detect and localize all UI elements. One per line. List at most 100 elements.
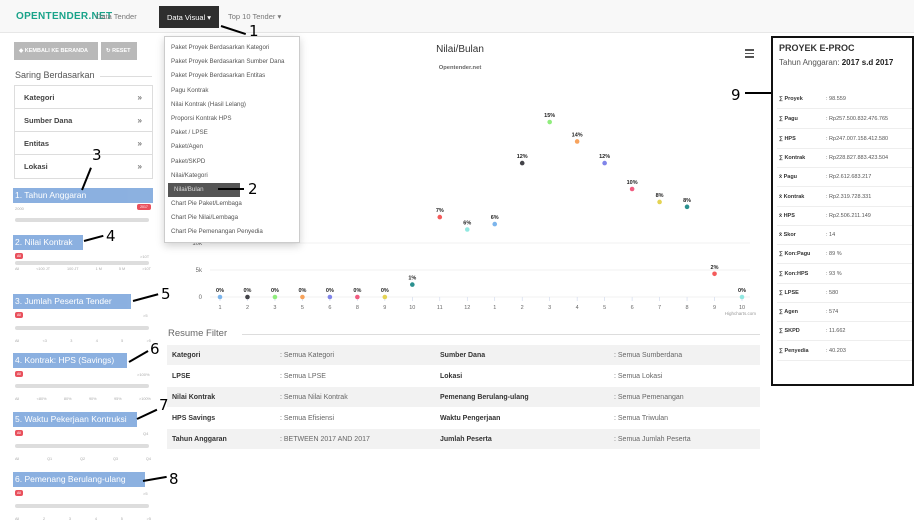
slider-track[interactable] xyxy=(15,218,149,222)
menu-item-paket-skpd[interactable]: Paket/SKPD xyxy=(165,155,299,169)
menu-item-paket-lpse[interactable]: Paket / LPSE xyxy=(165,126,299,140)
stat-label: ∑ LPSE xyxy=(779,290,799,296)
slider-handle[interactable]: All xyxy=(15,430,23,436)
menu-item-paket-kategori[interactable]: Paket Proyek Berdasarkan Kategori xyxy=(165,41,299,55)
panel-stat-row: ∑ Agen: 574 xyxy=(779,309,914,315)
data-point xyxy=(739,294,745,300)
data-label: 0% xyxy=(326,288,334,294)
slider-handle[interactable]: All xyxy=(15,253,23,259)
menu-item-paket-sumber-dana[interactable]: Paket Proyek Berdasarkan Sumber Dana xyxy=(165,55,299,69)
table-row: Kategori: Semua Kategori Sumber Dana: Sem… xyxy=(167,345,760,366)
reset-button[interactable]: ↻ RESET xyxy=(101,42,137,60)
chevron-right-icon: » xyxy=(137,93,142,102)
panel-stat-row: ∑ Penyedia: 40.203 xyxy=(779,348,914,354)
menu-item-paket-agen[interactable]: Paket/Agen xyxy=(165,140,299,154)
stat-label: x̄ Skor xyxy=(779,232,796,238)
data-point xyxy=(492,221,498,227)
menu-item-proporsi-kontrak[interactable]: Proporsi Kontrak HPS xyxy=(165,112,299,126)
stat-value: : Rp228.827.883.423.504 xyxy=(826,155,889,161)
divider xyxy=(777,225,912,226)
section-waktu-pekerjaan: 5. Waktu Pekerjaan Kontruksi All Q4 All Q… xyxy=(13,412,153,462)
slider-handle[interactable]: All xyxy=(15,371,23,377)
panel-stat-row: x̄ Pagu: Rp2.612.683.217 xyxy=(779,174,914,180)
menu-item-pie-paket-lembaga[interactable]: Chart Pie Paket/Lembaga xyxy=(165,197,299,211)
data-label: 0% xyxy=(298,288,306,294)
x-tick-label: 10 xyxy=(409,305,415,311)
slider-ticks: All 2 3 4 5 >5 xyxy=(15,517,151,521)
menu-item-nilai-kategori[interactable]: Nilai/Kategori xyxy=(165,169,299,183)
slider-handle[interactable]: 2017 xyxy=(137,204,151,210)
annotation-5: 5 xyxy=(161,285,171,303)
panel-year: Tahun Anggaran: 2017 s.d 2017 xyxy=(779,58,894,67)
slider-max-label: >5 xyxy=(143,491,148,496)
data-point xyxy=(574,139,580,144)
annotation-3: 3 xyxy=(92,146,102,164)
data-label: 12% xyxy=(599,154,610,160)
slider-ticks: All Q1 Q2 Q3 Q4 xyxy=(15,457,151,461)
menu-item-pie-pemenangan[interactable]: Chart Pie Pemenangan Penyedia xyxy=(165,225,299,239)
divider xyxy=(100,76,152,77)
slider-track[interactable] xyxy=(15,261,149,265)
annotation-arrow xyxy=(218,188,244,190)
annotation-7: 7 xyxy=(159,396,169,414)
data-point xyxy=(657,199,662,205)
divider xyxy=(777,108,912,109)
data-label: 0% xyxy=(243,288,251,294)
y-tick-label: 5k xyxy=(196,268,203,274)
data-point xyxy=(327,294,333,300)
slider-handle[interactable]: All xyxy=(15,490,23,496)
x-tick-label: 1 xyxy=(493,305,496,311)
data-label: 0% xyxy=(216,288,224,294)
panel-stat-row: x̄ HPS: Rp2.506.211.149 xyxy=(779,213,914,219)
divider xyxy=(777,263,912,264)
table-row: LPSE: Semua LPSE Lokasi: Semua Lokasi xyxy=(167,366,760,387)
filter-entitas[interactable]: Entitas » xyxy=(15,132,152,155)
stat-label: ∑ HPS xyxy=(779,136,796,142)
data-point xyxy=(300,294,305,300)
data-point xyxy=(437,214,443,220)
table-row: Nilai Kontrak: Semua Nilai Kontrak Pemena… xyxy=(167,387,760,408)
resume-filter-title: Resume Filter xyxy=(168,328,228,339)
divider xyxy=(777,321,912,322)
stat-value: : 574 xyxy=(826,309,839,315)
menu-item-nilai-kontrak[interactable]: Nilai Kontrak (Hasil Lelang) xyxy=(165,98,299,112)
menu-item-paket-entitas[interactable]: Paket Proyek Berdasarkan Entitas xyxy=(165,69,299,83)
stat-label: x̄ Kontrak xyxy=(779,194,805,200)
stat-label: ∑ Penyedia xyxy=(779,348,809,354)
x-tick-label: 8 xyxy=(356,305,359,311)
slider-track[interactable] xyxy=(15,326,149,330)
data-label: 7% xyxy=(436,208,444,214)
filter-label: Kategori xyxy=(24,93,55,102)
panel-stat-row: x̄ Kontrak: Rp2.319.728.331 xyxy=(779,194,914,200)
panel-stat-row: ∑ LPSE: 580 xyxy=(779,290,914,296)
section-label: 3. Jumlah Peserta Tender xyxy=(13,294,131,309)
nav-data-visual[interactable]: Data Visual ▾ xyxy=(159,6,220,28)
slider-track[interactable] xyxy=(15,384,149,388)
panel-stat-row: ∑ Kon:HPS: 93 % xyxy=(779,271,914,277)
chevron-right-icon: » xyxy=(137,116,142,125)
section-pemenang-berulang: 6. Pemenang Berulang-ulang All >5 All 2 3 4… xyxy=(13,472,153,522)
back-home-button[interactable]: ◆ KEMBALI KE BERANDA xyxy=(14,42,98,60)
panel-stat-row: ∑ Kontrak : Rp228.827.883.423.504 xyxy=(779,155,914,161)
data-point xyxy=(410,282,415,287)
annotation-9: 9 xyxy=(731,86,741,104)
stat-value: : Rp2.612.683.217 xyxy=(826,174,872,180)
stat-value: : 89 % xyxy=(826,251,842,257)
menu-item-pagu-kontrak[interactable]: Pagu Kontrak xyxy=(165,84,299,98)
data-label: 6% xyxy=(491,215,499,221)
annotation-1: 1 xyxy=(249,22,259,40)
nav-data-tender[interactable]: Data Tender xyxy=(90,8,143,25)
stat-label: ∑ Kontrak xyxy=(779,155,806,161)
x-tick-label: 2 xyxy=(246,305,249,311)
menu-item-pie-nilai-lembaga[interactable]: Chart Pie Nilai/Lembaga xyxy=(165,211,299,225)
filter-list: Kategori » Sumber Dana » Entitas » Lokasi » xyxy=(14,85,153,179)
slider-track[interactable] xyxy=(15,444,149,448)
top-navbar: OPENTENDER.NET Data Tender Data Visual ▾… xyxy=(0,0,914,33)
slider-handle[interactable]: All xyxy=(15,312,23,318)
filter-kategori[interactable]: Kategori » xyxy=(15,86,152,109)
annotation-2: 2 xyxy=(248,180,258,198)
filter-sumber-dana[interactable]: Sumber Dana » xyxy=(15,109,152,132)
divider xyxy=(777,167,912,168)
slider-track[interactable] xyxy=(15,504,149,508)
filter-lokasi[interactable]: Lokasi » xyxy=(15,155,152,178)
